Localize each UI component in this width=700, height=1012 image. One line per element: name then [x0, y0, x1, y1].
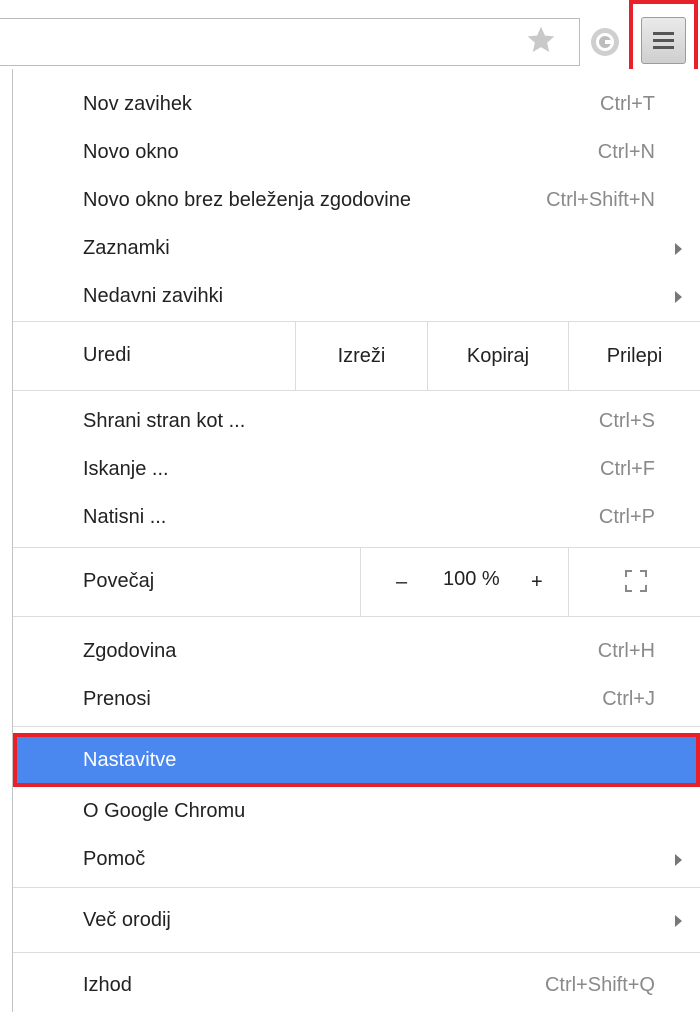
menu-item-label: Nedavni zavihki: [83, 285, 224, 307]
menu-separator: [13, 887, 700, 888]
menu-item-label: Pomoč: [83, 848, 146, 870]
zoom-in-button[interactable]: +: [531, 548, 543, 616]
menu-item-recent-tabs[interactable]: Nedavni zavihki: [13, 272, 700, 320]
submenu-arrow-icon: [675, 243, 682, 255]
menu-item-print[interactable]: Natisni ... Ctrl+P: [13, 493, 700, 541]
copy-button[interactable]: Kopiraj: [427, 322, 568, 390]
submenu-arrow-icon: [675, 854, 682, 866]
menu-item-label: Shrani stran kot ...: [83, 410, 246, 432]
menu-item-shortcut: Ctrl+P: [598, 506, 655, 528]
menu-separator: [13, 726, 700, 727]
menu-item-shortcut: Ctrl+H: [597, 640, 655, 662]
menu-item-label: Novo okno: [83, 141, 179, 163]
menu-item-label: Novo okno brez beleženja zgodovine: [83, 189, 411, 211]
menu-item-label: O Google Chromu: [83, 800, 246, 822]
menu-item-exit[interactable]: Izhod Ctrl+Shift+Q: [13, 961, 700, 1009]
paste-button[interactable]: Prilepi: [568, 322, 700, 390]
copy-label: Kopiraj: [466, 345, 530, 367]
menu-item-shortcut: Ctrl+T: [600, 93, 655, 115]
chrome-main-menu: Nov zavihek Ctrl+T Novo okno Ctrl+N Novo…: [12, 69, 700, 1012]
zoom-out-button[interactable]: –: [396, 548, 407, 616]
zoom-level-value: 100 %: [443, 568, 500, 590]
menu-item-bookmarks[interactable]: Zaznamki: [13, 224, 700, 272]
settings-callout: [13, 733, 700, 787]
menu-item-label: Zaznamki: [83, 237, 170, 259]
menu-item-new-tab[interactable]: Nov zavihek Ctrl+T: [13, 80, 700, 128]
menu-item-label: Nov zavihek: [83, 93, 192, 115]
menu-edit-row: Uredi Izreži Kopiraj Prilepi: [13, 322, 700, 390]
browser-toolbar: [0, 0, 700, 80]
menu-item-label: Zgodovina: [83, 640, 177, 662]
address-bar[interactable]: [0, 18, 580, 66]
menu-item-label: Prenosi: [83, 688, 151, 710]
menu-item-shortcut: Ctrl+N: [597, 141, 655, 163]
menu-item-shortcut: Ctrl+F: [600, 458, 655, 480]
menu-zoom-row: Povečaj – 100 % +: [13, 548, 700, 616]
menu-item-help[interactable]: Pomoč: [13, 835, 700, 883]
menu-item-label: Več orodij: [83, 909, 171, 931]
menu-separator: [13, 390, 700, 391]
cut-label: Izreži: [337, 345, 386, 367]
cut-button[interactable]: Izreži: [295, 322, 427, 390]
edit-label: Uredi: [83, 344, 131, 366]
menu-item-save-page[interactable]: Shrani stran kot ... Ctrl+S: [13, 397, 700, 445]
submenu-arrow-icon: [675, 915, 682, 927]
menu-item-label: Izhod: [83, 974, 132, 996]
menu-item-shortcut: Ctrl+Shift+N: [546, 189, 655, 211]
extension-icon[interactable]: [588, 25, 622, 59]
submenu-arrow-icon: [675, 291, 682, 303]
menu-item-label: Iskanje ...: [83, 458, 169, 480]
menu-separator: [13, 952, 700, 953]
menu-item-incognito-window[interactable]: Novo okno brez beleženja zgodovine Ctrl+…: [13, 176, 700, 224]
bookmark-star-icon[interactable]: [525, 24, 557, 56]
menu-item-new-window[interactable]: Novo okno Ctrl+N: [13, 128, 700, 176]
menu-item-history[interactable]: Zgodovina Ctrl+H: [13, 627, 700, 675]
menu-item-shortcut: Ctrl+S: [598, 410, 655, 432]
menu-item-shortcut: Ctrl+J: [602, 688, 655, 710]
zoom-label: Povečaj: [83, 570, 155, 592]
paste-label: Prilepi: [606, 345, 663, 367]
menu-item-label: Natisni ...: [83, 506, 167, 528]
menu-item-more-tools[interactable]: Več orodij: [13, 896, 700, 944]
menu-separator: [13, 616, 700, 617]
menu-item-shortcut: Ctrl+Shift+Q: [544, 974, 655, 996]
fullscreen-icon: [625, 570, 647, 592]
menu-item-find[interactable]: Iskanje ... Ctrl+F: [13, 445, 700, 493]
menu-item-downloads[interactable]: Prenosi Ctrl+J: [13, 675, 700, 723]
menu-button-callout: [629, 0, 698, 80]
menu-item-about-chrome[interactable]: O Google Chromu: [13, 787, 700, 835]
